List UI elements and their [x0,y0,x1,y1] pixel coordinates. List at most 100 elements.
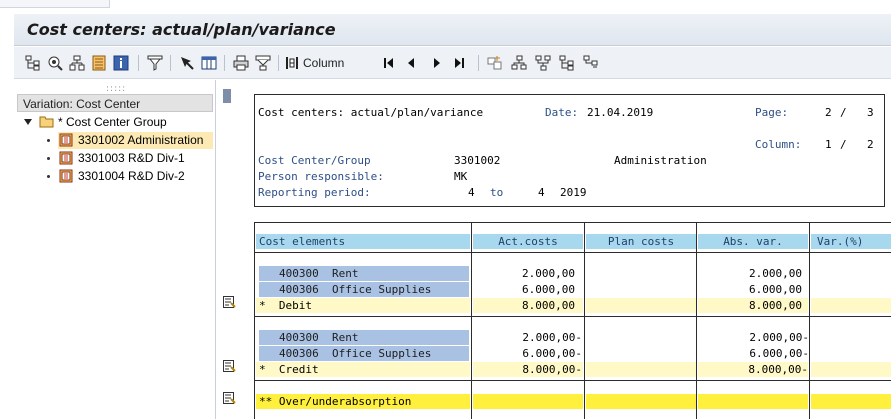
hierarchy-icon[interactable] [24,54,42,72]
grand-total-plan[interactable] [586,394,696,409]
print-icon[interactable] [232,54,250,72]
tree-node-cost-center[interactable]: 3301003 R&D Div-1 [47,150,213,168]
person-responsible-label: Person responsible: [258,170,384,183]
grand-total-label: Over/underabsorption [278,395,412,408]
previous-page-icon[interactable] [404,54,418,72]
grand-total-act[interactable] [473,394,583,409]
resize-grip[interactable]: ::::: [106,84,126,94]
note-icon[interactable] [223,360,236,372]
cost-element-cell[interactable]: 400300 Rent [259,266,469,281]
column-header-cost-elements[interactable]: Cost elements [256,234,470,249]
tree-node-label: 3301004 R&D Div-2 [78,169,185,183]
column-settings-icon [286,57,298,69]
credit-total-label: Credit [278,363,319,376]
cost-element-name: Rent [332,267,359,280]
cost-element-name: Office Supplies [332,283,432,296]
abs-var-value[interactable]: 2.000,00- [698,330,809,345]
window-tab [0,0,110,8]
find-icon[interactable] [46,54,64,72]
node-collapse-icon[interactable] [582,54,600,72]
column-separator: / [840,138,847,151]
abs-var-value[interactable]: 6.000,00- [698,346,809,361]
cost-center-icon [59,151,73,168]
tree-node-cost-center[interactable]: 3301004 R&D Div-2 [47,168,213,185]
tree-header: Variation: Cost Center [17,94,213,112]
cost-element-name: Rent [332,331,359,344]
tree-node-label: 3301003 R&D Div-1 [78,151,185,165]
debit-total-plan[interactable] [586,298,696,313]
reporting-period-label: Reporting period: [258,186,371,199]
expand-icon[interactable] [486,54,504,72]
tree-node-group-label: * Cost Center Group [58,115,167,129]
cost-center-value: 3301002 [454,154,501,167]
tree-header-label: Variation: Cost Center [23,97,141,111]
hierarchy-down-icon[interactable] [534,54,552,72]
download-icon[interactable] [254,54,272,72]
debit-total-pct[interactable] [811,298,891,313]
debit-total-act[interactable]: 8.000,00 [473,298,583,313]
columns-icon[interactable] [200,54,218,72]
credit-total-plan[interactable] [586,362,696,377]
toolbar-separator [224,55,225,71]
grid-line [255,252,891,253]
period-year: 2019 [560,186,587,199]
cost-element-cell[interactable]: 400306 Office Supplies [259,282,469,297]
date-value: 21.04.2019 [587,106,654,119]
credit-total-act[interactable]: 8.000,00- [473,362,583,377]
column-button-label: Column [303,56,345,70]
chevron-down-icon[interactable] [24,119,32,125]
first-page-icon[interactable] [382,54,396,72]
grand-total-pct[interactable] [811,394,891,409]
note-icon[interactable] [223,392,236,404]
column-header-abs-var[interactable]: Abs. var. [698,234,808,249]
tree-node-label: 3301002 Administration [78,133,204,147]
debit-total-abs[interactable]: 8.000,00 [698,298,808,313]
cost-element-cell[interactable]: 400300 Rent [259,330,469,345]
tree-node-group[interactable]: * Cost Center Group [18,114,208,131]
subtotal-mark: * [259,299,266,312]
toolbar-separator [170,55,171,71]
grid-line [255,380,891,381]
structure-icon[interactable] [68,54,86,72]
tree-node-cost-center[interactable]: 3301002 Administration [47,132,213,149]
title-bar: Cost centers: actual/plan/variance [14,14,891,46]
select-icon[interactable] [178,54,196,72]
node-expand-icon[interactable] [558,54,576,72]
abs-var-value[interactable]: 2.000,00 [698,266,802,281]
column-header-plan-costs[interactable]: Plan costs [586,234,696,249]
list-icon[interactable] [90,54,108,72]
person-responsible-value: MK [454,170,468,183]
cost-center-name: Administration [614,154,707,167]
filter-icon[interactable] [146,54,164,72]
grand-total-abs[interactable] [698,394,808,409]
next-page-icon[interactable] [430,54,444,72]
act-costs-value[interactable]: 2.000,00- [473,330,582,345]
column-header-var-pct[interactable]: Var.(%) [811,234,891,249]
cost-element-name: Office Supplies [332,347,432,360]
report-heading: Cost centers: actual/plan/variance [258,106,484,119]
act-costs-value[interactable]: 6.000,00- [473,346,582,361]
page-total: 3 [867,106,874,119]
hierarchy-up-icon[interactable] [510,54,528,72]
page-label: Page: [755,106,789,119]
cost-element-cell[interactable]: 400306 Office Supplies [259,346,469,361]
period-to-word: to [490,186,504,199]
vertical-scroll-indicator[interactable] [223,89,231,103]
last-page-icon[interactable] [452,54,466,72]
folder-icon [39,115,54,131]
act-costs-value[interactable]: 6.000,00 [473,282,575,297]
info-icon[interactable] [112,54,130,72]
credit-total-pct[interactable] [811,362,891,377]
cost-element-code: 400306 [279,283,319,296]
page-current: 2 [825,106,832,119]
act-costs-value[interactable]: 2.000,00 [473,266,575,281]
tree-bullet [47,139,50,142]
credit-total-abs[interactable]: 8.000,00- [698,362,808,377]
note-icon[interactable] [223,296,236,308]
date-label: Date: [545,106,579,119]
grid-line [255,316,891,317]
column-button[interactable]: Column [284,54,364,72]
cost-center-label: Cost Center/Group [258,154,371,167]
column-header-act-costs[interactable]: Act.costs [473,234,583,249]
abs-var-value[interactable]: 6.000,00 [698,282,802,297]
